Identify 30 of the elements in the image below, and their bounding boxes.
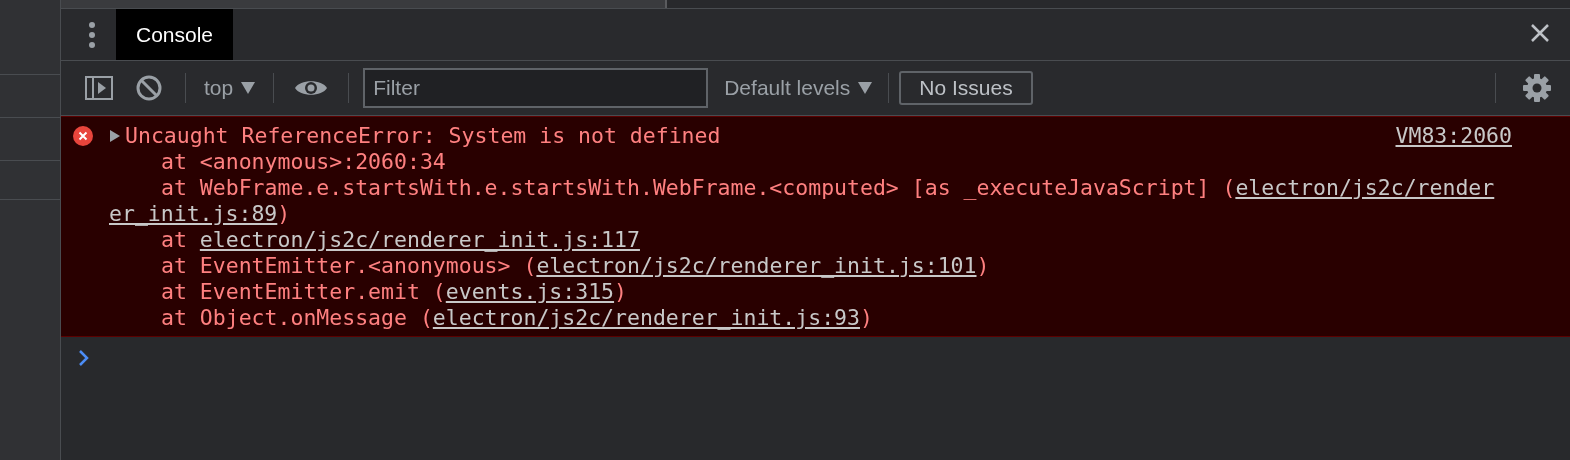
stack-frame: at Object.onMessage (electron/js2c/renderer_init.js:93) (73, 305, 1512, 331)
prompt-chevron-icon[interactable] (77, 349, 91, 367)
dropdown-arrow-icon (858, 82, 873, 94)
console-tab[interactable]: Console (116, 9, 234, 60)
sidebar-toggle-icon[interactable] (85, 74, 113, 102)
context-selector[interactable]: top (196, 76, 264, 100)
issues-button[interactable]: No Issues (899, 71, 1033, 105)
dropdown-arrow-icon (241, 82, 256, 94)
settings-icon[interactable] (1522, 73, 1552, 103)
file-link[interactable]: electron/js2c/renderer_init.js:117 (199, 227, 640, 252)
source-link[interactable]: VM83:2060 (1395, 123, 1512, 149)
stack-frame: er_init.js:89) (73, 201, 1512, 227)
stack-frame: at <anonymous>:2060:34 (73, 149, 1512, 175)
file-link[interactable]: electron/js2c/renderer_init.js:93 (432, 305, 860, 330)
filter-field[interactable]: Filter (363, 68, 709, 108)
error-icon (73, 126, 93, 146)
file-link[interactable]: events.js:315 (445, 279, 615, 304)
stack-frame: at EventEmitter.emit (events.js:315) (73, 279, 1512, 305)
more-menu-icon[interactable] (87, 22, 97, 48)
file-link[interactable]: electron/js2c/render (1235, 175, 1495, 200)
clear-console-icon[interactable] (135, 74, 163, 102)
stack-frame: at WebFrame.e.startsWith.e.startsWith.WebFrame.<computed> [as _executeJavaScript] (electron/js2c/render (73, 175, 1512, 201)
close-icon[interactable] (1530, 23, 1550, 43)
file-link[interactable]: electron/js2c/renderer_init.js:101 (536, 253, 977, 278)
log-levels-dropdown[interactable]: Default levels (708, 76, 879, 100)
stack-frame: at EventEmitter.<anonymous> (electron/js2c/renderer_init.js:101) (73, 253, 1512, 279)
error-summary: Uncaught ReferenceError: System is not defined (125, 123, 721, 149)
stack-frame: at electron/js2c/renderer_init.js:117 (73, 227, 1512, 253)
file-link[interactable]: er_init.js:89 (109, 201, 278, 226)
expand-arrow-icon[interactable] (109, 129, 121, 143)
